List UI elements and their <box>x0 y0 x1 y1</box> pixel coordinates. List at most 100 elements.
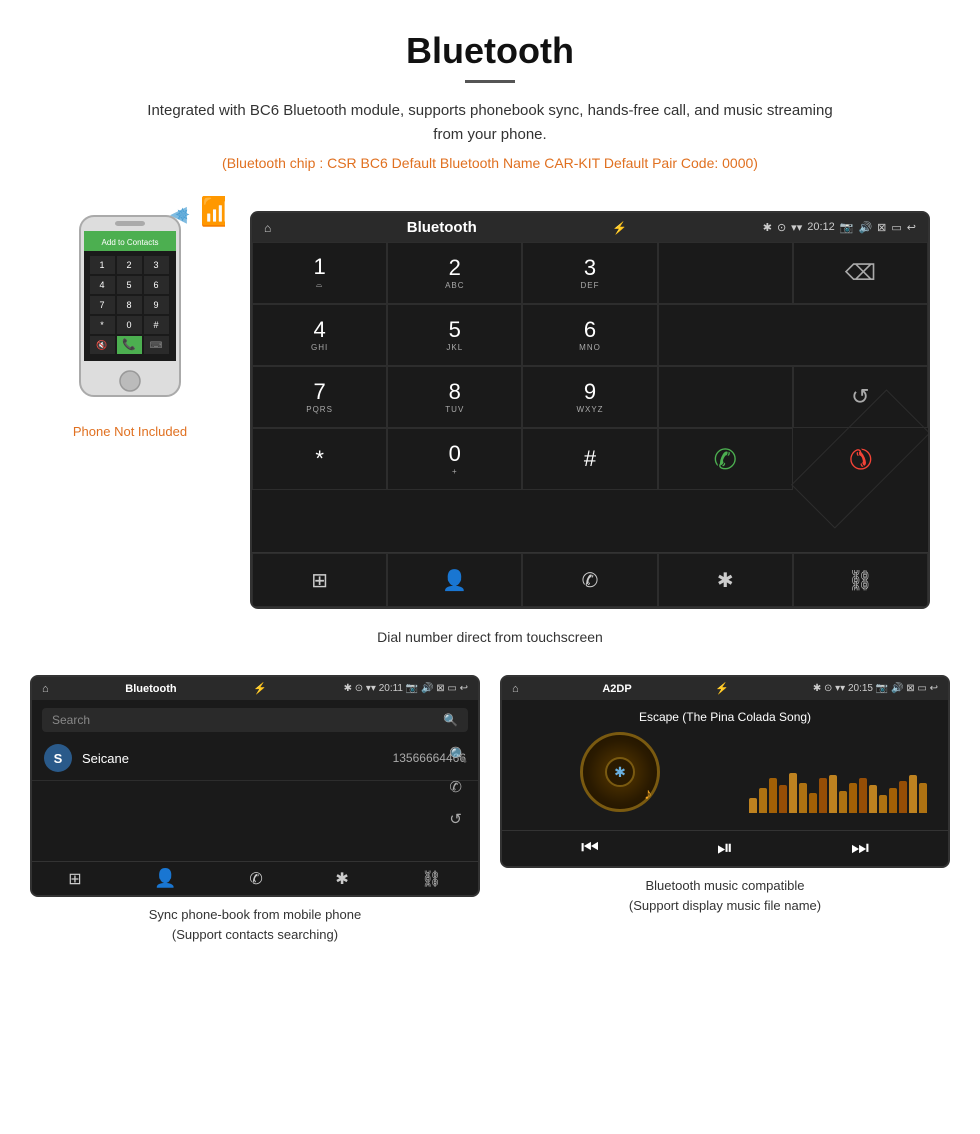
svg-text:1: 1 <box>99 260 104 270</box>
page-description: Integrated with BC6 Bluetooth module, su… <box>140 99 840 147</box>
dialer-statusbar: ⌂ Bluetooth ⚡ ✱ ⊙ ▾▾ 20:12 📷 🔊 ⊠ ▭ ↩ <box>252 213 928 242</box>
nav-contacts[interactable]: 👤 <box>387 553 522 607</box>
music-status: ✱ ⊙ ▾▾ 20:15 📷 🔊 ⊠ ▭ ↩ <box>813 683 938 694</box>
key-6[interactable]: 6MNO <box>522 304 657 366</box>
vis-bar-0 <box>749 798 757 813</box>
svg-text:📶: 📶 <box>200 195 225 228</box>
phonebook-statusbar: ⌂ Bluetooth ⚡ ✱ ⊙ ▾▾ 20:11 📷 🔊 ⊠ ▭ ↩ <box>32 677 478 700</box>
keypad-grid: 1⌓ 2ABC 3DEF ⌫ 4GHI 5JKL 6MNO 7PQRS 8TUV… <box>252 242 928 552</box>
key-7[interactable]: 7PQRS <box>252 366 387 428</box>
song-title: Escape (The Pina Colada Song) <box>512 710 938 724</box>
pb-nav-call[interactable]: ✆ <box>249 869 262 889</box>
key-1[interactable]: 1⌓ <box>252 242 387 304</box>
pb-nav-link[interactable]: ⛓ <box>421 869 441 889</box>
vis-bar-17 <box>919 783 927 813</box>
svg-text:📞: 📞 <box>122 337 136 351</box>
bt-icon: ✱ <box>614 764 626 781</box>
phonebook-block: ⌂ Bluetooth ⚡ ✱ ⊙ ▾▾ 20:11 📷 🔊 ⊠ ▭ ↩ Sea… <box>30 675 480 944</box>
vis-bar-1 <box>759 788 767 813</box>
music-usb-icon: ⚡ <box>715 682 729 695</box>
vis-bar-12 <box>869 785 877 813</box>
key-empty-1 <box>658 242 793 304</box>
music-title: A2DP <box>602 683 631 695</box>
key-empty-2 <box>658 304 928 366</box>
prev-button[interactable]: ⏮ <box>581 837 599 860</box>
pb-nav-contacts[interactable]: 👤 <box>154 868 176 889</box>
music-main-area: ✱ ♪ <box>512 732 938 820</box>
phonebook-screen: ⌂ Bluetooth ⚡ ✱ ⊙ ▾▾ 20:11 📷 🔊 ⊠ ▭ ↩ Sea… <box>30 675 480 897</box>
phonebook-search-bar: Search 🔍 <box>32 708 478 732</box>
usb-icon: ⚡ <box>612 221 627 235</box>
key-3[interactable]: 3DEF <box>522 242 657 304</box>
pb-usb-icon: ⚡ <box>253 682 267 695</box>
search-icon[interactable]: 🔍 <box>443 713 458 727</box>
call-side-icon[interactable]: ✆ <box>449 778 468 796</box>
vis-bar-11 <box>859 778 867 813</box>
page-title: Bluetooth <box>20 30 960 72</box>
contact-avatar: S <box>44 744 72 772</box>
music-caption-text: Bluetooth music compatible (Support disp… <box>629 878 821 913</box>
key-2[interactable]: 2ABC <box>387 242 522 304</box>
pb-home-icon[interactable]: ⌂ <box>42 683 49 695</box>
pb-title: Bluetooth <box>125 683 176 695</box>
key-star[interactable]: * <box>252 428 387 490</box>
nav-link[interactable]: ⛓ <box>793 553 928 607</box>
nav-grid[interactable]: ⊞ <box>252 553 387 607</box>
music-home-icon[interactable]: ⌂ <box>512 683 519 695</box>
key-4[interactable]: 4GHI <box>252 304 387 366</box>
music-screen: ⌂ A2DP ⚡ ✱ ⊙ ▾▾ 20:15 📷 🔊 ⊠ ▭ ↩ Escape (… <box>500 675 950 868</box>
backspace-key[interactable]: ⌫ <box>793 242 928 304</box>
call-key[interactable]: ✆ <box>658 428 793 490</box>
nav-call[interactable]: ✆ <box>522 553 657 607</box>
pb-status: ✱ ⊙ ▾▾ 20:11 📷 🔊 ⊠ ▭ ↩ <box>344 683 468 694</box>
phonebook-bottom-nav: ⊞ 👤 ✆ ✱ ⛓ <box>32 861 478 895</box>
key-5[interactable]: 5JKL <box>387 304 522 366</box>
sync-side-icon[interactable]: ↺ <box>449 810 468 828</box>
vis-bar-10 <box>849 783 857 813</box>
bottom-screens: ⌂ Bluetooth ⚡ ✱ ⊙ ▾▾ 20:11 📷 🔊 ⊠ ▭ ↩ Sea… <box>0 665 980 964</box>
svg-text:2: 2 <box>126 260 131 270</box>
svg-text:*: * <box>100 320 104 330</box>
key-8[interactable]: 8TUV <box>387 366 522 428</box>
bluetooth-signal-icon: 📶 ◀ ✵ <box>170 186 225 245</box>
svg-text:6: 6 <box>153 280 158 290</box>
music-visualizer <box>738 733 938 813</box>
dialer-bottom-nav: ⊞ 👤 ✆ ✱ ⛓ <box>252 552 928 607</box>
vis-bar-16 <box>909 775 917 813</box>
page-header: Bluetooth Integrated with BC6 Bluetooth … <box>0 0 980 201</box>
music-note-icon: ♪ <box>644 786 652 804</box>
svg-text:#: # <box>153 320 158 330</box>
svg-text:⌨: ⌨ <box>150 340 163 350</box>
search-side-icon[interactable]: 🔍 <box>449 746 468 764</box>
album-art: ✱ ♪ <box>580 732 660 812</box>
key-hash[interactable]: # <box>522 428 657 490</box>
key-9[interactable]: 9WXYZ <box>522 366 657 428</box>
svg-text:8: 8 <box>126 300 131 310</box>
phone-not-included-label: Phone Not Included <box>73 424 187 439</box>
empty-space <box>32 781 478 861</box>
home-icon[interactable]: ⌂ <box>264 221 271 235</box>
status-icons: ✱ ⊙ ▾▾ 20:12 📷 🔊 ⊠ ▭ ↩ <box>763 221 916 234</box>
key-empty-3 <box>658 366 793 428</box>
vis-bar-6 <box>809 793 817 813</box>
search-placeholder: Search <box>52 713 90 727</box>
playpause-button[interactable]: ⏯ <box>717 837 733 860</box>
music-block: ⌂ A2DP ⚡ ✱ ⊙ ▾▾ 20:15 📷 🔊 ⊠ ▭ ↩ Escape (… <box>500 675 950 944</box>
vis-bar-3 <box>779 785 787 813</box>
search-field[interactable]: Search 🔍 <box>42 708 468 732</box>
vis-bar-13 <box>879 795 887 813</box>
next-button[interactable]: ⏭ <box>851 837 869 860</box>
key-0[interactable]: 0+ <box>387 428 522 490</box>
contact-entry[interactable]: S Seicane 13566664466 <box>32 736 478 781</box>
pb-nav-bluetooth[interactable]: ✱ <box>335 869 348 889</box>
svg-text:9: 9 <box>153 300 158 310</box>
phone-mockup: 📶 ◀ ✵ Add to Contacts 1 <box>70 211 190 416</box>
svg-text:🔇: 🔇 <box>96 339 107 350</box>
svg-text:3: 3 <box>153 260 158 270</box>
main-section: 📶 ◀ ✵ Add to Contacts 1 <box>0 201 980 619</box>
svg-text:✵: ✵ <box>175 205 190 225</box>
nav-bluetooth[interactable]: ✱ <box>658 553 793 607</box>
vis-bar-14 <box>889 788 897 813</box>
vis-bar-2 <box>769 778 777 813</box>
pb-nav-grid[interactable]: ⊞ <box>68 869 81 889</box>
